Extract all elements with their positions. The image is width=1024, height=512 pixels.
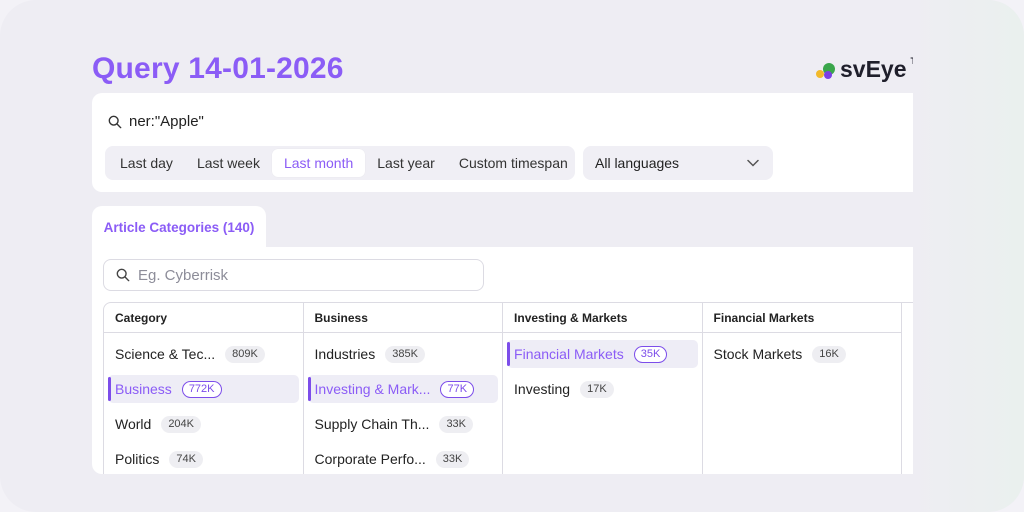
chevron-down-icon [747,159,759,167]
category-label: Corporate Perfo... [314,451,426,467]
category-column: Investing & Markets Financial Markets 35K I… [503,303,703,474]
count-badge: 77K [440,380,475,398]
column-list: Stock Markets 16K [703,333,902,368]
column-header: Investing & Markets [503,303,702,333]
category-label: Supply Chain Th... [314,416,430,432]
category-item[interactable]: World 204K [108,410,299,438]
next-column-edge [902,303,913,474]
count-badge: 74K [169,450,203,468]
category-item[interactable]: Financial Markets 35K [507,340,698,368]
category-label: Industries [314,346,376,362]
count-badge: 35K [633,345,668,363]
column-list: Industries 385K Investing & Mark... 77K Supp… [304,333,503,473]
count-badge: 204K [161,415,202,433]
column-list: Science & Tec... 809K Business 772K World 204… [104,333,303,473]
count-badge: 385K [385,345,425,363]
time-range-tab[interactable]: Last month [271,149,366,177]
search-icon [116,268,130,282]
search-icon [108,115,122,128]
category-label: Stock Markets [713,346,803,362]
language-value: All languages [595,155,680,171]
language-select[interactable]: All languages [583,146,773,180]
category-item[interactable]: Politics 74K [108,445,299,473]
count-badge: 809K [225,345,265,363]
category-item[interactable]: Supply Chain Th... 33K [308,410,499,438]
time-range-tab[interactable]: Last year [365,149,447,177]
category-label: Investing [514,381,571,397]
category-item[interactable]: Industries 385K [308,340,499,368]
time-range-tabs: Last day Last week Last month Last year Cust… [105,146,575,180]
category-search-placeholder: Eg. Cyberrisk [138,266,229,284]
column-header: Business [303,303,503,333]
count-badge: 17K [580,380,614,398]
count-badge: 33K [439,415,474,433]
category-item[interactable]: Corporate Perfo... 33K [308,445,499,473]
category-item[interactable]: Investing & Mark... 77K [307,375,499,403]
search-panel: ner:"Apple" Last day Last week Last month L… [92,93,913,192]
time-range-tab[interactable]: Last day [108,149,185,177]
category-item[interactable]: Business 772K [108,375,299,403]
count-badge: 33K [435,450,470,468]
category-label: Politics [115,451,160,467]
category-label: Science & Tec... [115,346,216,362]
column-header: Financial Markets [702,303,902,333]
category-column: Financial Markets Stock Markets 16K [702,303,903,474]
category-columns: Category Science & Tec... 809K Business 772K… [103,302,913,474]
app-frame: Query 14-01-2026 svEye TM ner:"Apple" La… [0,0,1024,512]
brand-logo: svEye TM [816,56,924,83]
category-item[interactable]: Investing 17K [507,375,698,403]
category-item[interactable]: Stock Markets 16K [707,340,898,368]
categories-panel: Eg. Cyberrisk Category Science & Tec... 80… [92,247,913,474]
tab-article-categories[interactable]: Article Categories (140) [92,206,266,248]
category-label: Business [115,381,172,397]
time-range-tab[interactable]: Last week [185,149,272,177]
logo-dots-icon [816,60,836,80]
page-title: Query 14-01-2026 [92,52,344,85]
category-search-input[interactable]: Eg. Cyberrisk [103,259,484,291]
logo-text: svEye [840,56,907,82]
category-label: Financial Markets [514,346,624,362]
time-range-tab[interactable]: Custom timespan [447,149,580,177]
count-badge: 16K [812,345,846,363]
category-item[interactable]: Science & Tec... 809K [108,340,299,368]
query-text: ner:"Apple" [129,113,204,130]
category-column: Business Industries 385K Investing & Mark..… [303,303,504,474]
background-edge [913,0,1024,512]
category-label: World [115,416,152,432]
column-list: Financial Markets 35K Investing 17K [503,333,702,403]
category-label: Investing & Mark... [314,381,431,397]
count-badge: 772K [181,380,222,398]
column-header: Category [104,303,303,333]
category-column: Category Science & Tec... 809K Business 772K… [104,303,304,474]
query-field[interactable]: ner:"Apple" [108,113,204,130]
